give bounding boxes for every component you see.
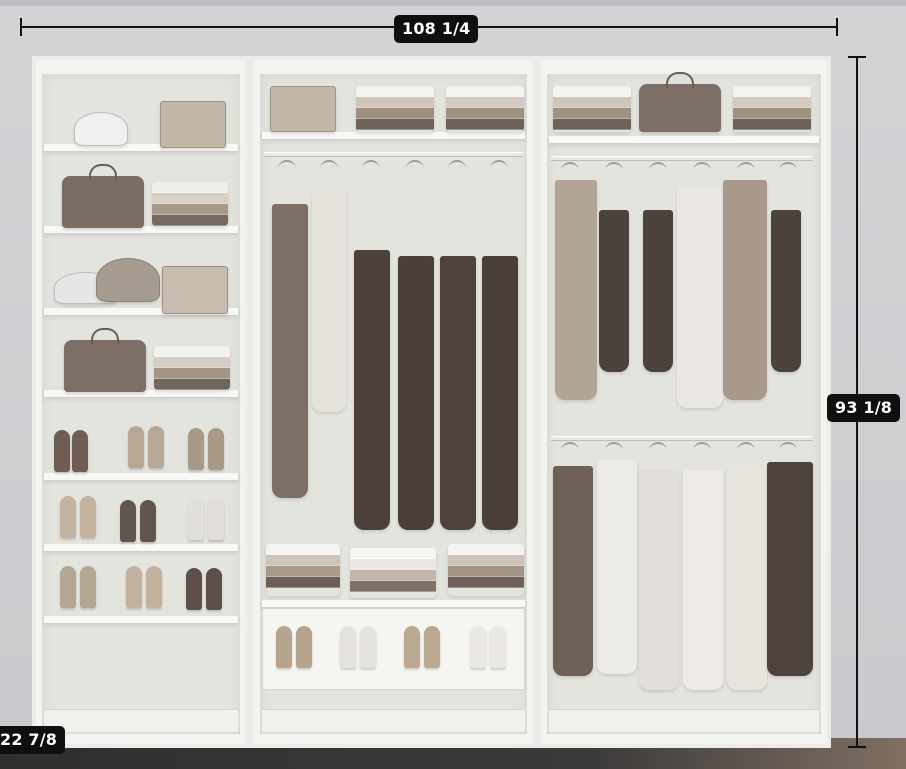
left-wardrobe-unit[interactable] — [32, 56, 250, 748]
wardrobe-planner-canvas: 108 1/4 93 1/8 22 7/8 — [0, 0, 906, 769]
depth-dimension-label[interactable]: 22 7/8 — [0, 726, 66, 754]
shoe-icon — [186, 568, 202, 610]
left-base-plinth — [44, 709, 238, 732]
shoe-icon — [148, 426, 164, 468]
shoe-icon — [126, 566, 142, 608]
shoe-icon — [80, 566, 96, 608]
cap-hat-icon — [96, 258, 160, 302]
dark-jacket-icon — [767, 462, 813, 676]
white-shirt-icon — [677, 188, 723, 408]
shoe-icon — [120, 500, 136, 542]
shoe-icon — [72, 430, 88, 472]
white-shirt-icon-3 — [639, 470, 679, 690]
dark-trousers-icon-2 — [643, 210, 673, 372]
middle-wardrobe-unit[interactable] — [250, 56, 537, 748]
left-shelf-6[interactable] — [44, 544, 238, 552]
dark-dress-icon — [354, 250, 390, 530]
shoe-icon — [276, 626, 292, 668]
shoe-icon — [490, 626, 506, 668]
right-top-shelf[interactable] — [549, 136, 819, 144]
brown-jacket-icon — [553, 466, 593, 676]
shoe-icon — [140, 500, 156, 542]
white-shirt-icon-2 — [597, 460, 637, 674]
height-dimension-top-tick — [848, 56, 866, 58]
dark-trousers-icon — [599, 210, 629, 372]
right-lower-rod[interactable] — [551, 436, 813, 441]
top-folded-stack-icon-2 — [446, 86, 524, 132]
dark-dress-icon-3 — [440, 256, 476, 530]
dark-dress-icon-2 — [398, 256, 434, 530]
taupe-jacket-icon — [723, 180, 767, 400]
middle-base-plinth — [262, 709, 525, 732]
shoe-icon — [128, 426, 144, 468]
brown-handbag-icon-2 — [64, 328, 146, 392]
clutch-icon — [270, 86, 336, 132]
width-dimension-left-tick — [20, 18, 22, 36]
shoe-icon — [470, 626, 486, 668]
shoe-icon — [360, 626, 376, 668]
brown-handbag-icon — [62, 164, 144, 228]
right-base-plinth — [549, 709, 819, 732]
shoe-icon — [208, 498, 224, 540]
wall-top-shade — [0, 0, 906, 6]
width-dimension-right-tick — [836, 18, 838, 36]
folded-stack-bottom-right-icon — [448, 544, 524, 596]
right-upper-rod[interactable] — [551, 156, 813, 161]
folded-clothes-stack-icon-2 — [154, 346, 230, 390]
shoe-icon — [80, 496, 96, 538]
width-dimension-label[interactable]: 108 1/4 — [394, 15, 479, 43]
folded-clothes-stack-icon — [152, 182, 228, 226]
shoe-icon — [424, 626, 440, 668]
shoe-icon — [208, 428, 224, 470]
left-shelf-7[interactable] — [44, 616, 238, 624]
white-shirt-icon-4 — [683, 470, 723, 690]
shoe-icon — [206, 568, 222, 610]
left-unit-interior — [42, 74, 240, 734]
folded-stack-bottom-middle-icon — [350, 548, 436, 598]
middle-hanging-rod[interactable] — [264, 152, 523, 157]
beige-jacket-icon — [555, 180, 597, 400]
shoe-icon — [296, 626, 312, 668]
long-dress-icon — [272, 204, 308, 498]
middle-top-shelf[interactable] — [262, 132, 525, 140]
shoe-icon — [404, 626, 420, 668]
folded-stack-bottom-left-icon — [266, 544, 340, 596]
shoe-icon — [340, 626, 356, 668]
shoe-icon — [146, 566, 162, 608]
white-shirt-icon-5 — [727, 466, 767, 690]
dark-trousers-icon-3 — [771, 210, 801, 372]
height-dimension-bottom-tick — [848, 746, 866, 748]
shoe-icon — [188, 428, 204, 470]
right-top-handbag-icon — [639, 72, 721, 132]
white-hat-icon — [74, 112, 128, 146]
top-folded-stack-icon — [356, 86, 434, 132]
shoe-icon — [54, 430, 70, 472]
dark-dress-icon-4 — [482, 256, 518, 530]
middle-lower-shelf[interactable] — [262, 600, 525, 608]
shoe-icon — [60, 496, 76, 538]
shoe-icon — [188, 498, 204, 540]
right-top-folded-stack-icon-2 — [733, 86, 811, 132]
light-blouse-icon — [312, 190, 346, 412]
right-top-folded-stack-icon — [553, 86, 631, 132]
height-dimension-label[interactable]: 93 1/8 — [827, 394, 901, 422]
shoe-icon — [60, 566, 76, 608]
beige-clutch-icon-2 — [162, 266, 228, 314]
right-wardrobe-unit[interactable] — [537, 56, 831, 748]
beige-clutch-icon — [160, 101, 226, 148]
wardrobe-system[interactable] — [32, 56, 831, 748]
left-shelf-5[interactable] — [44, 473, 238, 481]
